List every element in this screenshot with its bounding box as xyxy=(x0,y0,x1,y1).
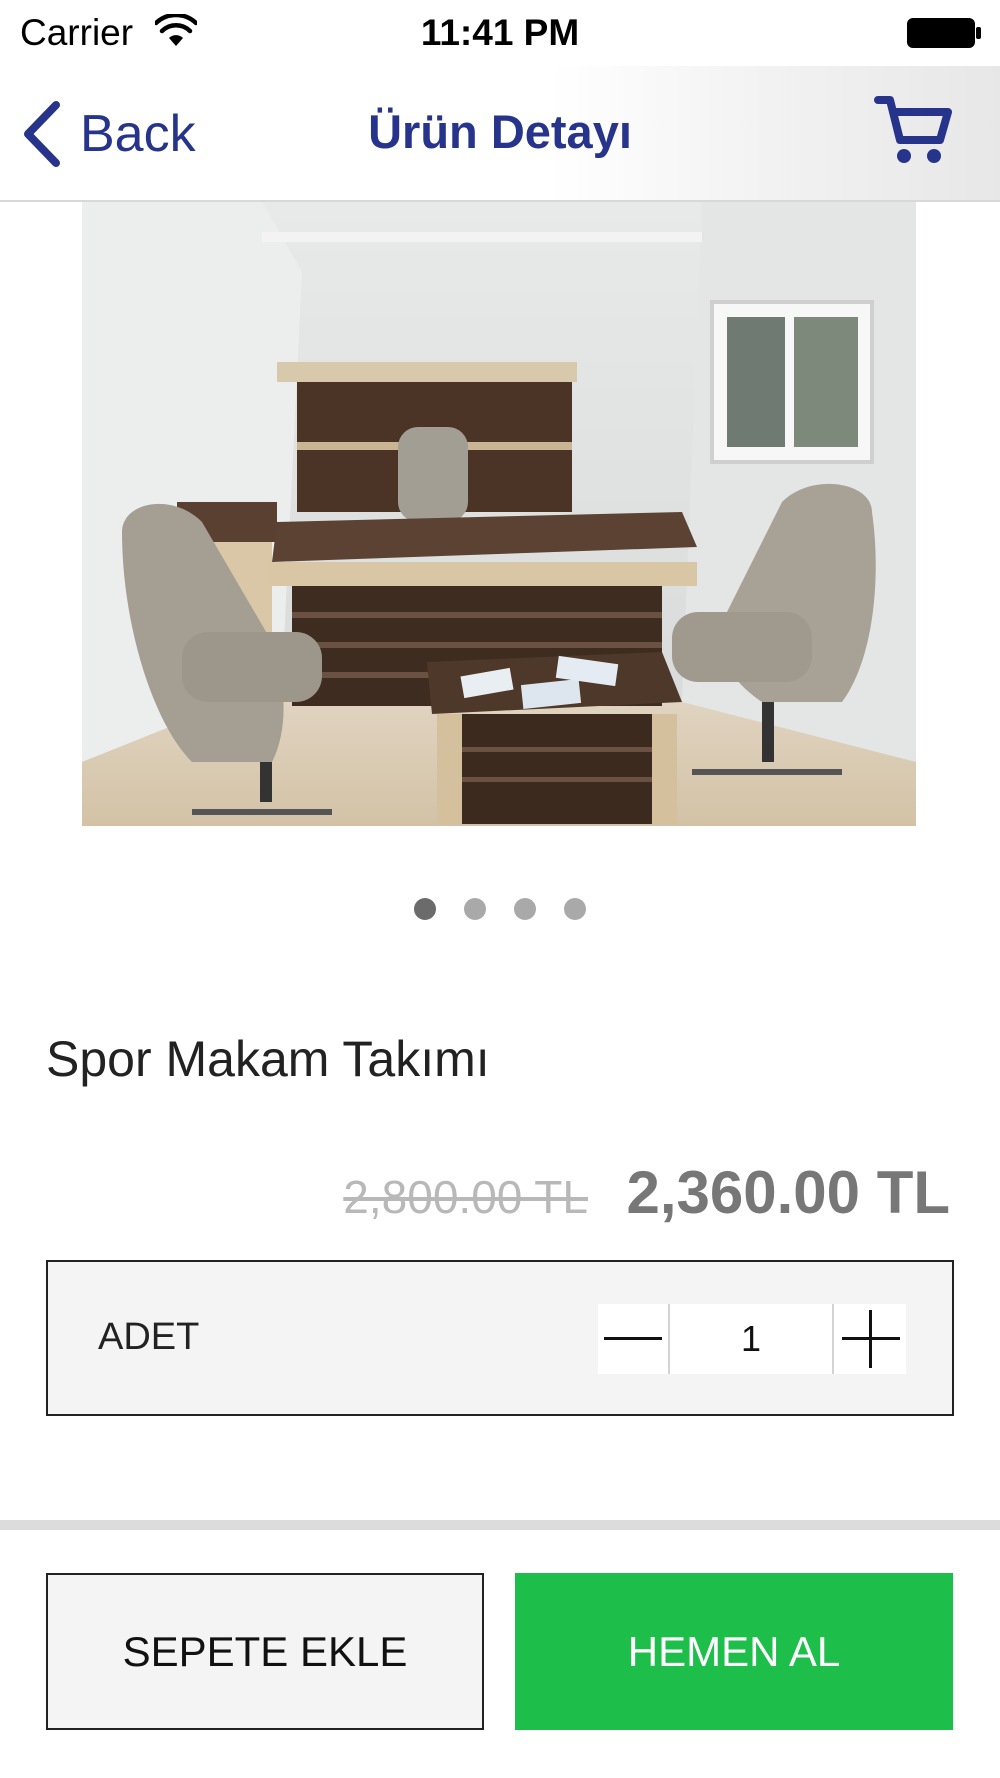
current-price: 2,360.00 TL xyxy=(626,1159,950,1226)
add-to-cart-button[interactable]: SEPETE EKLE xyxy=(46,1573,484,1730)
divider xyxy=(0,1520,1000,1530)
decrement-button[interactable] xyxy=(598,1304,670,1374)
increment-button[interactable] xyxy=(834,1304,906,1374)
navigation-bar: Back Ürün Detayı xyxy=(0,66,1000,202)
page-title: Ürün Detayı xyxy=(368,105,632,158)
quantity-value[interactable]: 1 xyxy=(670,1304,834,1374)
product-title: Spor Makam Takımı xyxy=(46,1031,490,1087)
product-image-carousel[interactable] xyxy=(82,202,916,826)
buy-now-button[interactable]: HEMEN AL xyxy=(515,1573,953,1730)
page-dot[interactable] xyxy=(414,898,436,920)
clock: 11:41 PM xyxy=(420,12,580,53)
battery-icon xyxy=(907,18,981,48)
product-image xyxy=(82,202,916,826)
page-indicator[interactable] xyxy=(0,898,1000,922)
page-dot[interactable] xyxy=(564,898,586,920)
quantity-stepper[interactable]: 1 xyxy=(598,1304,906,1374)
quantity-label: ADET xyxy=(98,1316,200,1358)
page-dot[interactable] xyxy=(514,898,536,920)
quantity-box: ADET 1 xyxy=(46,1260,954,1416)
old-price: 2,800.00 TL xyxy=(343,1171,588,1223)
status-bar: Carrier 11:41 PM xyxy=(0,0,1000,66)
page-dot[interactable] xyxy=(464,898,486,920)
cart-icon[interactable] xyxy=(874,90,954,170)
